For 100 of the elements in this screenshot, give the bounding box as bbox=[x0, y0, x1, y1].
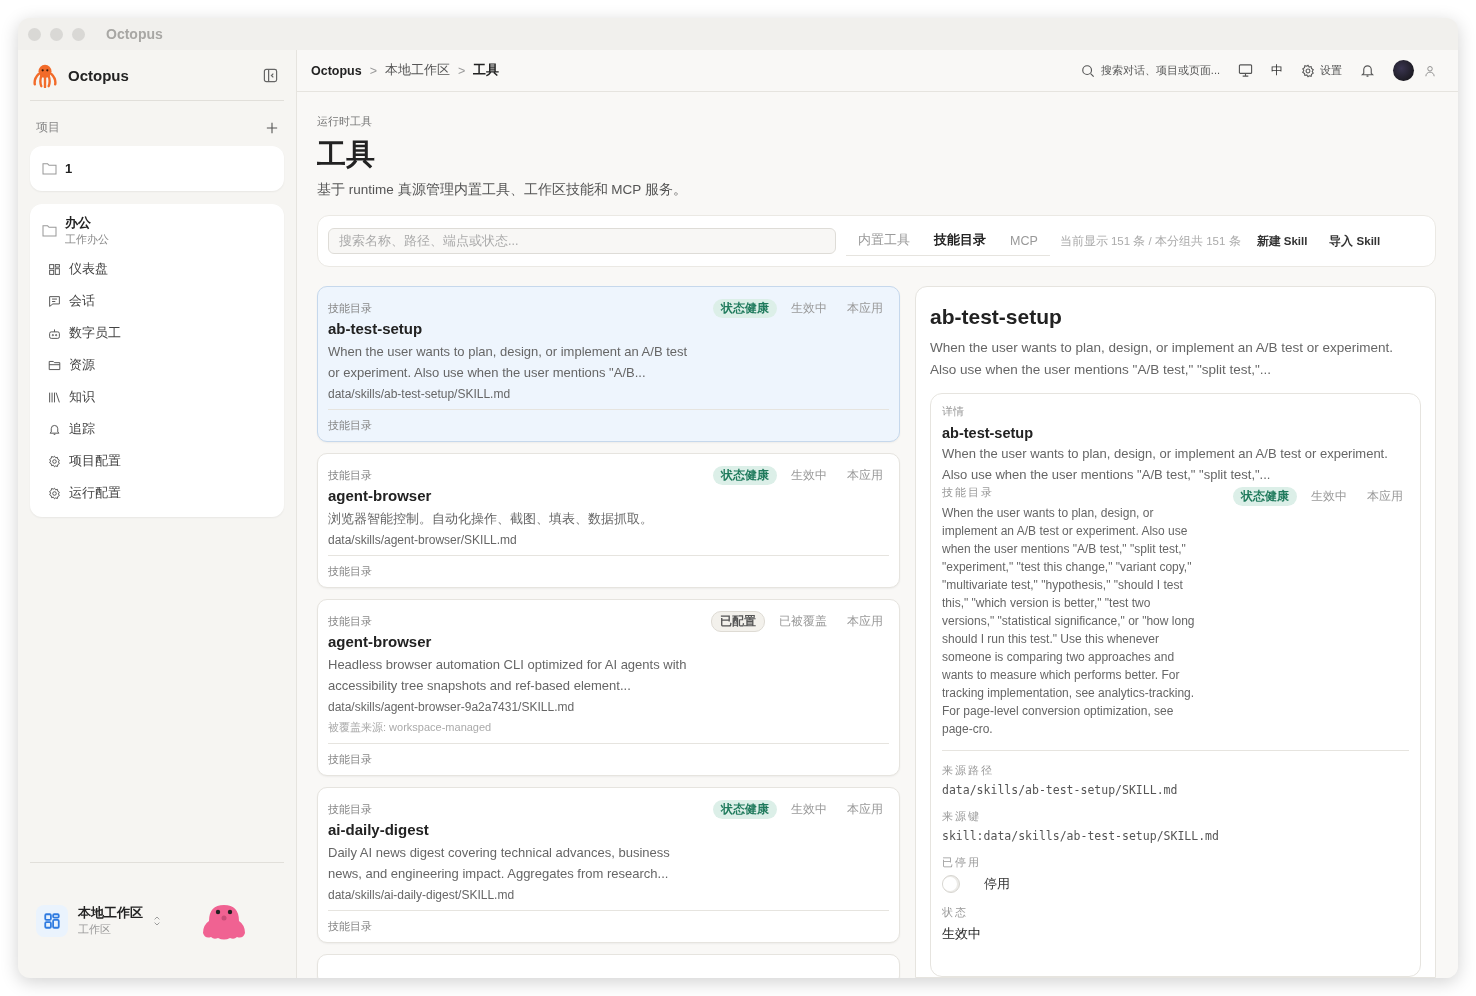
workspace-name: 办公 bbox=[65, 214, 92, 232]
status-label: 本应用 bbox=[846, 300, 884, 316]
skill-description: Headless browser automation CLI optimized for AI agents with accessibility tree snapshots and ref-based element... bbox=[328, 656, 688, 695]
file-path: data/skills/ab-test-setup/SKILL.md bbox=[328, 387, 512, 401]
nav-item[interactable]: 仪表盘 bbox=[42, 253, 272, 285]
sidebar-toggle-icon[interactable] bbox=[263, 67, 278, 83]
skill-description: When the user wants to plan, design, or implement an A/B test or experiment. Also use when the user mentions "A/B... bbox=[328, 343, 689, 382]
nav-item[interactable]: 运行配置 bbox=[42, 477, 272, 509]
skill-card[interactable]: 技能目录 状态健康 生效中 本应用 agent-browser 浏览器智能控制。自动化操作、截图、填表、数据抓取。 data/skills/agent-browser/SKILL.md 技能目录 bbox=[317, 453, 900, 588]
nav-item[interactable]: 追踪 bbox=[42, 413, 272, 445]
field-label: 状态 bbox=[942, 905, 969, 920]
avatar[interactable] bbox=[1393, 60, 1414, 81]
skill-name: ab-test-setup bbox=[328, 320, 424, 337]
settings-button[interactable]: 设置 bbox=[1301, 63, 1342, 78]
card-category: 技能目录 bbox=[328, 613, 372, 629]
breadcrumb-link[interactable]: 工具 bbox=[473, 62, 500, 79]
settings-icon bbox=[48, 454, 61, 468]
app-name: Octopus bbox=[68, 66, 130, 84]
result-count: 当前显示 151 条 / 本分组共 151 条 bbox=[1059, 233, 1241, 249]
skill-card[interactable]: 技能目录 状态健康 生效中 本应用 ab-test-setup When the user wants to plan, design, or implement an A/B test or experiment. Also use when the user mentions "A/B... data/skills/ab-test-setup/SKILL.md 技能目录 bbox=[317, 286, 900, 442]
detail-description: When the user wants to plan, design, or implement an A/B test or experiment. Also use when the user mentions "A/B test," "split test,"... bbox=[930, 339, 1394, 379]
file-path: data/skills/agent-browser-9a2a7431/SKILL.md bbox=[328, 700, 576, 714]
search-icon bbox=[1080, 63, 1095, 78]
card-footer-label: 技能目录 bbox=[328, 919, 372, 934]
status-badge: 状态健康 bbox=[713, 298, 777, 318]
skill-card[interactable] bbox=[317, 599, 900, 776]
toggle-switch[interactable] bbox=[942, 875, 960, 893]
card-category: 技能目录 bbox=[328, 801, 372, 817]
folder-icon bbox=[48, 358, 61, 372]
breadcrumb-link[interactable]: Octopus bbox=[311, 63, 362, 78]
robot-icon bbox=[48, 326, 61, 340]
status-badge: 状态健康 bbox=[1233, 486, 1297, 506]
nav-item[interactable]: 数字员工 bbox=[42, 317, 272, 349]
chat-icon bbox=[48, 294, 61, 308]
action-button[interactable]: 新建 Skill bbox=[1250, 229, 1314, 253]
override-source: 被覆盖来源: workspace-managed bbox=[328, 720, 493, 735]
status-label: 已被覆盖 bbox=[778, 613, 828, 629]
file-path: data/skills/ai-daily-digest/SKILL.md bbox=[328, 888, 516, 902]
global-search[interactable]: 搜索对话、项目或页面... bbox=[1080, 63, 1220, 78]
books-icon bbox=[48, 390, 61, 404]
page-subtitle: 基于 runtime 真源管理内置工具、工作区技能和 MCP 服务。 bbox=[317, 181, 688, 199]
add-icon[interactable] bbox=[266, 121, 278, 134]
page-eyebrow: 运行时工具 bbox=[317, 114, 373, 129]
language-button[interactable]: 中 bbox=[1271, 62, 1283, 79]
search-field[interactable]: 搜索名称、路径、端点或状态... bbox=[328, 228, 836, 254]
workspace-name: 本地工作区 bbox=[78, 904, 143, 922]
folder-icon bbox=[42, 224, 57, 237]
status-badge: 已配置 bbox=[711, 610, 765, 632]
field-label: 来源路径 bbox=[942, 763, 995, 778]
status-label: 本应用 bbox=[1366, 488, 1404, 504]
status-label: 生效中 bbox=[790, 467, 828, 483]
field-label: 来源键 bbox=[942, 809, 982, 824]
status-label: 生效中 bbox=[1310, 488, 1348, 504]
nav-item[interactable]: 资源 bbox=[42, 349, 272, 381]
skill-name: ai-daily-digest bbox=[328, 821, 430, 838]
breadcrumb-separator: > bbox=[458, 63, 466, 78]
breadcrumb-link[interactable]: 本地工作区 bbox=[385, 62, 450, 79]
skill-card[interactable]: 技能目录 状态健康 生效中 本应用 ai-daily-digest Daily AI news digest covering technical advances, business news, and engineering impact. Aggregates from research... data/skills/ai-daily-digest/SKILL.md 技能目录 bbox=[317, 787, 900, 943]
skill-description: Daily AI news digest covering technical advances, business news, and engineering impact. Aggregates from research... bbox=[328, 844, 671, 883]
file-path: data/skills/agent-browser/SKILL.md bbox=[328, 533, 518, 547]
skill-summary: When the user wants to plan, design, or implement an A/B test or experiment. Also use when the user mentions "A/B test," "split test,"... bbox=[942, 445, 1389, 484]
field-value: skill:data/skills/ab-test-setup/SKILL.md bbox=[942, 829, 1220, 843]
skill-description: 浏览器智能控制。自动化操作、截图、填表、数据抓取。 bbox=[328, 510, 654, 528]
field-label: 已停用 bbox=[942, 855, 982, 870]
page-title: 工具 bbox=[317, 137, 376, 172]
nav-item[interactable]: 项目配置 bbox=[42, 445, 272, 477]
tab[interactable]: 技能目录 bbox=[922, 226, 998, 255]
action-button[interactable]: 导入 Skill bbox=[1323, 229, 1387, 253]
card-footer-label: 技能目录 bbox=[328, 564, 372, 579]
field-value: data/skills/ab-test-setup/SKILL.md bbox=[942, 783, 1179, 797]
field-value: 生效中 bbox=[942, 925, 982, 943]
toggle-label: 停用 bbox=[984, 875, 1010, 893]
status-label: 生效中 bbox=[790, 801, 828, 817]
card-category: 技能目录 bbox=[328, 300, 372, 316]
workspace-switcher-icon[interactable] bbox=[36, 904, 68, 937]
folder-icon bbox=[42, 162, 57, 175]
workspace-type: 工作区 bbox=[78, 921, 112, 937]
full-description: When the user wants to plan, design, or implement an A/B test or experiment. Also use when the user mentions "A/B test," "split test," "experiment," "test this change," "variant copy," "multivariate test," "hypothesis," "should I test this," "which version is better," "test two versions," "statistical significance," or "how long should I run this test." Use this whenever someone is comparing two approaches and wants to measure which performs better. For tracking implementation, see analytics-tracking. For page-level conversion optimization, see page-cro. bbox=[942, 505, 1196, 738]
status-label: 本应用 bbox=[846, 467, 884, 483]
bell-icon[interactable] bbox=[1360, 63, 1375, 78]
status-badge: 状态健康 bbox=[713, 799, 777, 819]
workspace-subtitle: 工作办公 bbox=[65, 232, 109, 247]
user-icon[interactable] bbox=[1424, 64, 1436, 77]
nav-item[interactable]: 知识 bbox=[42, 381, 272, 413]
section-label: 项目 bbox=[36, 119, 60, 136]
window-title: Octopus bbox=[106, 26, 163, 42]
grid-icon bbox=[48, 262, 61, 276]
detail-title: ab-test-setup bbox=[930, 305, 1063, 329]
nav-item[interactable]: 会话 bbox=[42, 285, 272, 317]
monitor-icon[interactable] bbox=[1238, 63, 1253, 78]
breadcrumb-separator: > bbox=[369, 63, 377, 78]
skill-name: agent-browser bbox=[328, 633, 433, 650]
settings-icon bbox=[48, 486, 61, 500]
status-label: 本应用 bbox=[846, 613, 884, 629]
status-label: 生效中 bbox=[790, 300, 828, 316]
section-label: 详情 bbox=[942, 404, 965, 419]
card-footer-label: 技能目录 bbox=[328, 752, 372, 767]
skill-name: agent-browser bbox=[328, 487, 433, 504]
status-badge: 状态健康 bbox=[713, 465, 777, 485]
project-item[interactable]: 1 bbox=[30, 146, 284, 191]
